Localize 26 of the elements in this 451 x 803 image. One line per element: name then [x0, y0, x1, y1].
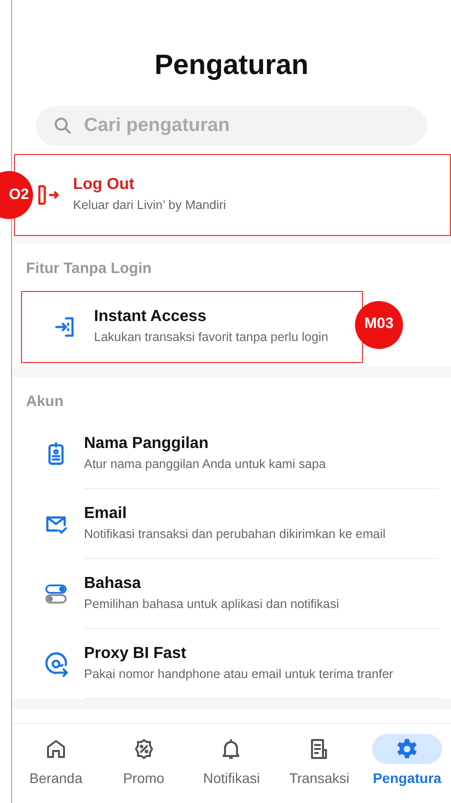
- section-heading: Fitur Tanpa Login: [25, 259, 153, 279]
- settings-icon: [395, 737, 420, 761]
- setting-description: Atur nama panggilan Anda untuk kami sapa: [84, 456, 327, 473]
- search-field[interactable]: Cari pengaturan: [36, 106, 427, 146]
- setting-description: Lakukan transaksi favorit tanpa perlu login: [94, 328, 330, 346]
- nav-tab[interactable]: Promo: [100, 734, 188, 789]
- setting-title[interactable]: Bahasa: [84, 574, 439, 594]
- setting-description: Pemilihan bahasa untuk aplikasi dan notifikasi: [84, 596, 340, 613]
- page-title: Pengaturan: [153, 48, 310, 82]
- logout-description: Keluar dari Livin’ by Mandiri: [73, 197, 226, 214]
- nav-tab[interactable]: Pengatura: [363, 734, 451, 789]
- section-heading: Akun: [25, 392, 64, 412]
- setting-title[interactable]: Instant Access: [94, 306, 350, 326]
- nav-tab[interactable]: Beranda: [12, 734, 100, 789]
- setting-description: Pakai nomor handphone atau email untuk terima tranfer: [84, 666, 394, 683]
- setting-title[interactable]: Proxy BI Fast: [84, 644, 439, 664]
- annotation-marker: O2: [0, 171, 33, 219]
- setting-title[interactable]: Nama Panggilan: [84, 434, 439, 454]
- at-sign-icon: [43, 651, 69, 677]
- logout-title[interactable]: Log Out: [73, 175, 226, 195]
- search-icon: [52, 115, 74, 137]
- annotation-marker: M03: [355, 300, 403, 348]
- nav-tab[interactable]: Transaksi: [275, 734, 364, 789]
- nav-tab[interactable]: Notifikasi: [188, 734, 276, 789]
- setting-title[interactable]: Email: [84, 504, 439, 524]
- setting-description: Notifikasi transaksi dan perubahan dikirimkan ke email: [84, 526, 387, 543]
